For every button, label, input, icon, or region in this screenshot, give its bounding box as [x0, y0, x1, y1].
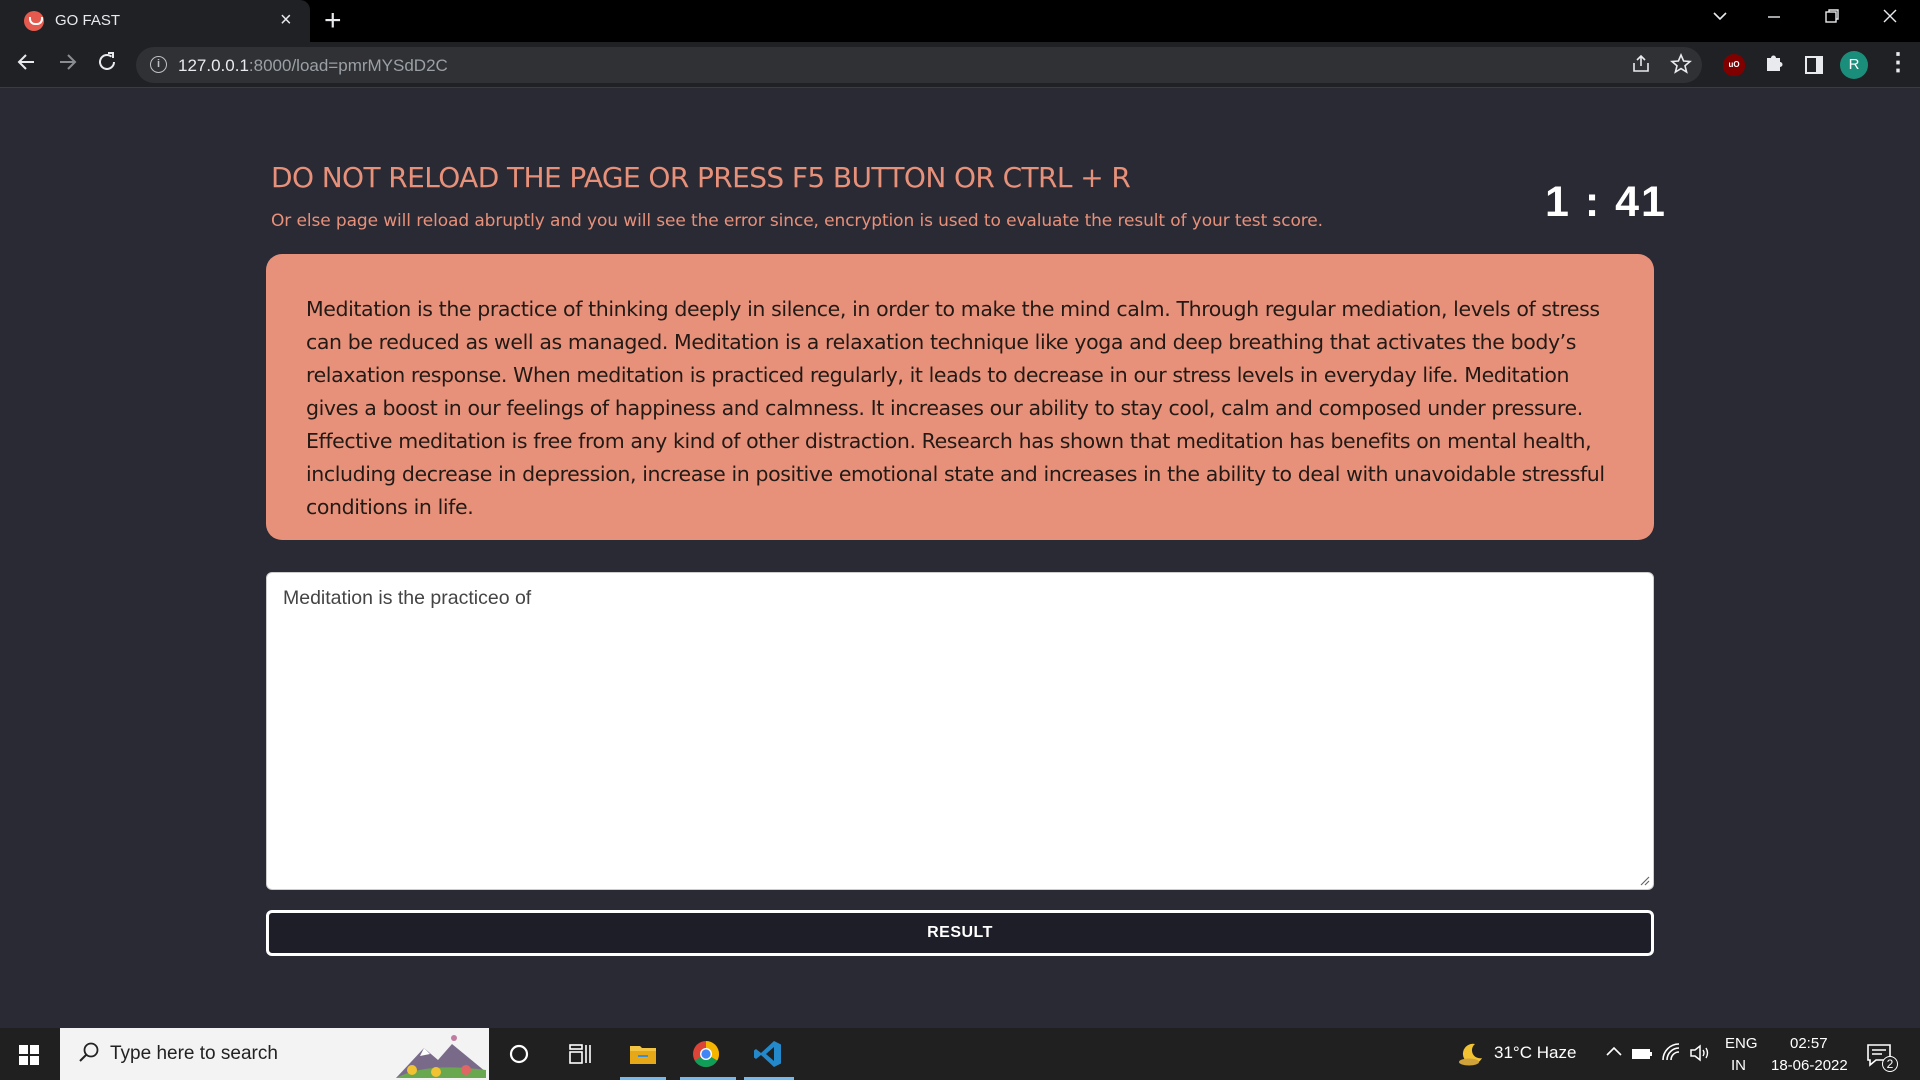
weather-moon-icon[interactable] [1455, 1038, 1487, 1070]
tab-search-icon[interactable] [1710, 6, 1730, 32]
restore-icon[interactable] [1822, 6, 1842, 32]
close-icon[interactable] [1880, 6, 1900, 32]
resize-grip-icon[interactable] [1638, 874, 1650, 886]
windows-start-icon[interactable] [19, 1045, 39, 1065]
typing-test-page: DO NOT RELOAD THE PAGE OR PRESS F5 BUTTO… [0, 88, 1920, 1028]
search-icon [79, 1042, 99, 1062]
cortana-icon[interactable] [503, 1038, 535, 1070]
taskbar-search-box[interactable]: Type here to search [60, 1028, 489, 1080]
site-info-icon[interactable]: i [150, 56, 167, 73]
result-button[interactable]: RESULT [266, 910, 1654, 956]
typing-input[interactable] [266, 572, 1654, 890]
vscode-icon[interactable] [752, 1038, 784, 1070]
ublock-extension-icon[interactable]: uO [1723, 54, 1745, 76]
weather-text[interactable]: 31°C Haze [1494, 1043, 1576, 1063]
language-indicator[interactable]: ENG [1725, 1035, 1758, 1052]
new-tab-button[interactable]: + [324, 4, 342, 38]
browser-menu-icon[interactable]: ⋮ [1886, 48, 1910, 77]
notification-badge: 2 [1882, 1056, 1898, 1072]
battery-icon[interactable] [1630, 1042, 1654, 1066]
share-icon[interactable] [1630, 53, 1652, 81]
search-highlight-art-icon [396, 1035, 486, 1078]
passage-text: Meditation is the practice of thinking d… [306, 297, 1605, 519]
extensions-icon[interactable] [1762, 50, 1786, 80]
address-bar[interactable]: i 127.0.0.1:8000/load=pmrMYSdD2C [136, 47, 1702, 83]
chrome-icon[interactable] [690, 1038, 722, 1070]
tab-close-icon[interactable]: × [280, 9, 292, 32]
windows-taskbar: Type here to search 31°C Haze ENG IN 02:… [0, 1028, 1920, 1080]
url-text[interactable]: 127.0.0.1:8000/load=pmrMYSdD2C [178, 56, 448, 76]
clock-date[interactable]: 18-06-2022 [1771, 1057, 1848, 1074]
reload-icon[interactable] [94, 49, 120, 82]
clock-time[interactable]: 02:57 [1790, 1035, 1828, 1052]
search-placeholder: Type here to search [110, 1043, 278, 1064]
browser-tab-bar: GO FAST × + [0, 0, 1920, 42]
browser-toolbar: i 127.0.0.1:8000/load=pmrMYSdD2C uO R ⋮ [0, 42, 1920, 88]
site-favicon-icon [24, 11, 44, 31]
forward-icon[interactable] [54, 49, 80, 82]
wifi-icon[interactable] [1660, 1041, 1684, 1065]
passage-card: Meditation is the practice of thinking d… [266, 254, 1654, 540]
warning-subtitle: Or else page will reload abruptly and yo… [271, 211, 1323, 231]
browser-tab[interactable]: GO FAST × [0, 0, 310, 42]
minimize-icon[interactable] [1764, 6, 1784, 32]
countdown-timer: 1 : 41 [1545, 178, 1667, 226]
side-panel-icon[interactable] [1805, 56, 1823, 74]
file-explorer-icon[interactable] [627, 1038, 659, 1070]
task-view-icon[interactable] [564, 1038, 596, 1070]
back-icon[interactable] [14, 49, 40, 82]
bookmark-star-icon[interactable] [1670, 52, 1692, 81]
volume-icon[interactable] [1688, 1041, 1712, 1065]
region-indicator[interactable]: IN [1731, 1057, 1746, 1074]
profile-avatar[interactable]: R [1840, 51, 1868, 79]
show-hidden-icons-icon[interactable] [1602, 1040, 1626, 1064]
warning-title: DO NOT RELOAD THE PAGE OR PRESS F5 BUTTO… [271, 161, 1131, 194]
tab-title: GO FAST [55, 12, 121, 29]
